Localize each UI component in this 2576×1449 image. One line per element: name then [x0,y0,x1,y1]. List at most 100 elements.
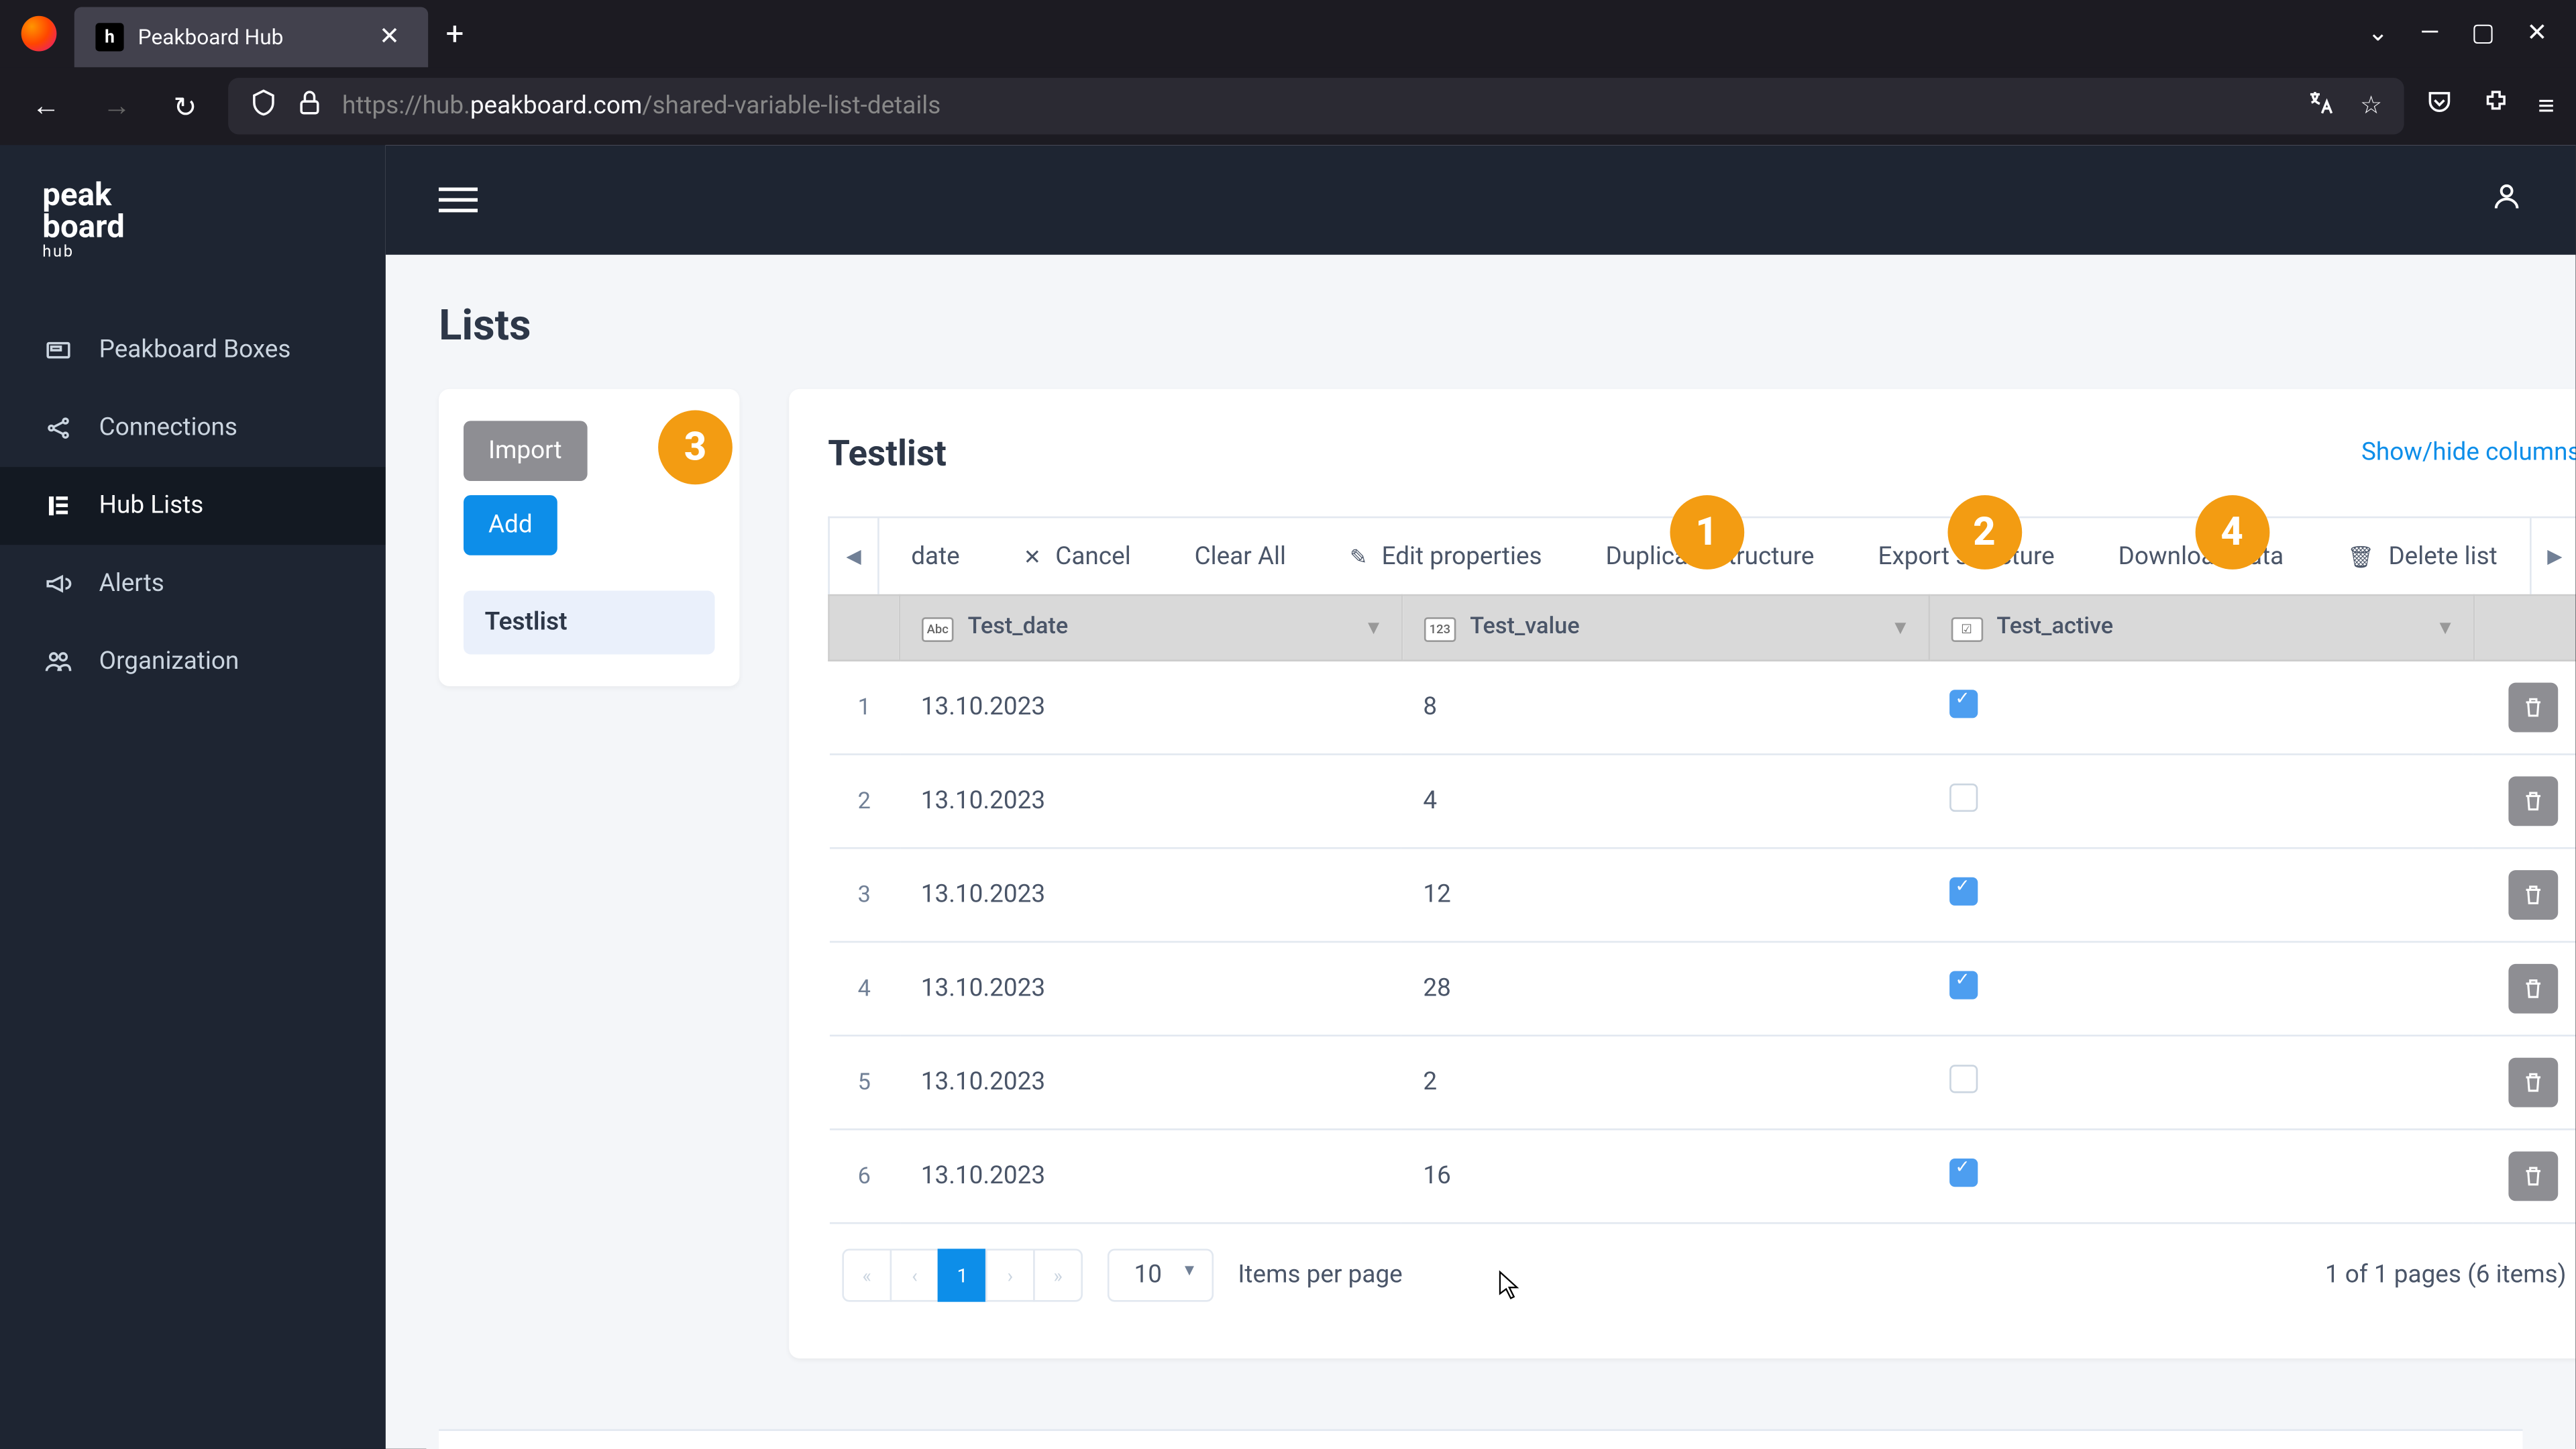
sidebar-item-peakboard-boxes[interactable]: Peakboard Boxes [0,311,386,389]
sidebar-item-label: Alerts [99,570,164,598]
show-hide-columns-link[interactable]: Show/hide columns [2361,439,2576,467]
filter-icon[interactable]: ▼ [1364,616,1383,639]
pencil-icon: ✎ [1350,544,1368,569]
checkbox[interactable] [1949,784,1978,812]
box-icon [42,334,74,366]
checkbox[interactable] [1949,1159,1978,1187]
nav-reload-icon[interactable]: ↻ [163,83,208,130]
column-header-test-value[interactable]: 123Test_value▼ [1402,595,1929,661]
pagination-next-button[interactable]: › [985,1249,1035,1302]
checkbox[interactable] [1949,690,1978,718]
cell-active [1929,661,2473,755]
annotation-badge-3: 3 [658,411,733,485]
hamburger-icon[interactable] [439,188,478,213]
sidebar-item-label: Organization [99,647,239,676]
translate-icon[interactable] [2307,89,2335,124]
annotation-badge-2: 2 [1947,495,2021,570]
window-close-icon[interactable]: ✕ [2526,19,2547,48]
column-header-test-active[interactable]: ☑Test_active▼ [1929,595,2473,661]
checkbox[interactable] [1949,877,1978,906]
footer: © Copyright Peakboard all rights reserve… [439,1430,2522,1449]
tab-close-icon[interactable]: ✕ [372,19,407,55]
page-title: Lists [439,301,2522,350]
list-item-testlist[interactable]: Testlist [464,591,714,655]
trash-icon: 🗑 [2347,544,2374,569]
sidebar-item-hub-lists[interactable]: Hub Lists [0,467,386,545]
sidebar-item-label: Connections [99,414,237,442]
lock-icon[interactable] [296,89,324,124]
add-button[interactable]: Add [464,495,557,555]
table-row[interactable]: 5 13.10.2023 2 [828,1036,2575,1130]
bookmark-star-icon[interactable]: ☆ [2360,92,2382,120]
window-minimize-icon[interactable]: — [2420,19,2440,48]
filter-icon[interactable]: ▼ [1890,616,1910,639]
toolbar-item-partial[interactable]: date [879,542,991,570]
row-number: 5 [828,1036,899,1130]
cell-date: 13.10.2023 [900,755,1402,849]
cell-date: 13.10.2023 [900,942,1402,1036]
url-text: https://hub.peakboard.com/shared-variabl… [342,92,2290,120]
firefox-icon [21,16,57,52]
checkbox[interactable] [1949,971,1978,1000]
items-per-page-label: Items per page [1238,1261,1402,1289]
sidebar-item-organization[interactable]: Organization [0,623,386,700]
nav-forward-icon[interactable]: → [92,81,142,131]
delete-row-button[interactable] [2509,964,2559,1014]
shield-icon[interactable] [250,89,278,124]
toolbar-scroll-right-icon[interactable]: ▶ [2529,519,2575,594]
user-icon[interactable] [2491,180,2522,221]
toolbar-clear-all-button[interactable]: Clear All [1163,542,1318,570]
sidebar: peak board hub Peakboard Boxes Connectio… [0,145,386,1448]
delete-row-button[interactable] [2509,870,2559,920]
tabs-dropdown-icon[interactable]: ⌄ [2367,19,2388,48]
cell-value: 8 [1402,661,1929,755]
browser-tab[interactable]: h Peakboard Hub ✕ [74,7,428,68]
table-row[interactable]: 6 13.10.2023 16 [828,1130,2575,1224]
cell-date: 13.10.2023 [900,1130,1402,1224]
pocket-icon[interactable] [2424,89,2453,124]
pagination: « ‹ 1 › » 10 Items per page 1 of 1 pages… [828,1224,2575,1316]
list-icon [42,490,74,521]
filter-icon[interactable]: ▼ [2436,616,2455,639]
table-row[interactable]: 1 13.10.2023 8 [828,661,2575,755]
sidebar-item-label: Peakboard Boxes [99,336,291,364]
sidebar-item-alerts[interactable]: Alerts [0,545,386,623]
cell-active [1929,942,2473,1036]
import-button[interactable]: Import [464,421,587,482]
toolbar-scroll-left-icon[interactable]: ◀ [830,519,879,594]
cell-date: 13.10.2023 [900,661,1402,755]
extensions-icon[interactable] [2481,89,2510,124]
items-per-page-select[interactable]: 10 [1108,1249,1214,1302]
sidebar-item-connections[interactable]: Connections [0,389,386,467]
nav-back-icon[interactable]: ← [21,81,71,131]
delete-row-button[interactable] [2509,777,2559,826]
delete-row-button[interactable] [2509,1058,2559,1108]
delete-row-button[interactable] [2509,683,2559,733]
tab-title: Peakboard Hub [138,25,358,50]
pagination-first-button[interactable]: « [842,1249,892,1302]
table-row[interactable]: 4 13.10.2023 28 [828,942,2575,1036]
tab-favicon: h [95,23,123,51]
share-icon [42,412,74,443]
cell-value: 12 [1402,848,1929,942]
row-number: 1 [828,661,899,755]
cell-value: 16 [1402,1130,1929,1224]
table-row[interactable]: 3 13.10.2023 12 [828,848,2575,942]
menu-icon[interactable]: ≡ [2538,89,2555,124]
toolbar-delete-list-button[interactable]: 🗑Delete list [2316,542,2529,570]
window-restore-icon[interactable]: ▢ [2471,19,2495,48]
annotation-badge-4: 4 [2195,495,2269,570]
cell-value: 2 [1402,1036,1929,1130]
toolbar-cancel-button[interactable]: ✕Cancel [991,542,1163,570]
row-number: 3 [828,848,899,942]
table-row[interactable]: 2 13.10.2023 4 [828,755,2575,849]
pagination-last-button[interactable]: » [1033,1249,1083,1302]
column-header-test-date[interactable]: AbcTest_date▼ [900,595,1402,661]
toolbar-edit-properties-button[interactable]: ✎Edit properties [1318,542,1574,570]
url-bar[interactable]: https://hub.peakboard.com/shared-variabl… [229,78,2404,134]
new-tab-button[interactable]: + [428,15,482,52]
delete-row-button[interactable] [2509,1152,2559,1201]
pagination-page-1-button[interactable]: 1 [938,1249,987,1302]
pagination-prev-button[interactable]: ‹ [890,1249,939,1302]
checkbox[interactable] [1949,1065,1978,1093]
